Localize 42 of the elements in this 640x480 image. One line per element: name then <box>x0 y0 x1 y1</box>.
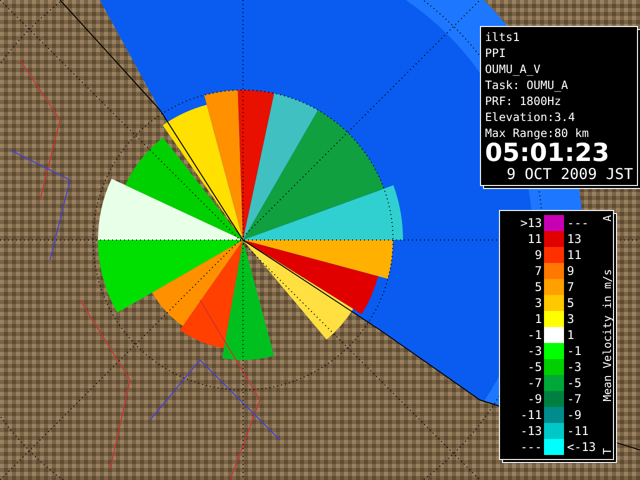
legend-label: 5 <box>534 280 543 294</box>
time-text: 05:01:23 <box>485 141 610 165</box>
legend-label: 11 <box>526 232 543 246</box>
legend-label: 3 <box>534 296 543 310</box>
legend-label: -11 <box>519 408 543 422</box>
info-line: PPI <box>485 45 507 61</box>
legend-label: 13 <box>566 232 582 246</box>
legend-label: -11 <box>566 424 590 438</box>
info-line: OUMU_A_V <box>485 61 542 77</box>
legend-mark: T <box>601 448 614 455</box>
legend-label: -7 <box>566 392 582 406</box>
legend-label: -9 <box>526 392 543 406</box>
legend-label: 7 <box>534 264 543 278</box>
legend-label: -1 <box>566 344 582 358</box>
legend-label: >13 <box>519 216 543 230</box>
legend-label: 1 <box>534 312 543 326</box>
legend-label: -1 <box>526 328 543 342</box>
legend-label: 1 <box>566 328 576 342</box>
legend-label: -5 <box>526 360 543 374</box>
legend-label: 3 <box>566 312 576 326</box>
legend-label: -3 <box>566 360 582 374</box>
legend-label: -9 <box>566 408 582 422</box>
legend-label: -5 <box>566 376 582 390</box>
legend-label: -3 <box>526 344 543 358</box>
info-line: Elevation:3.4 <box>485 109 576 125</box>
legend-label: 9 <box>534 248 543 262</box>
info-line: Task: OUMU_A <box>485 77 570 93</box>
legend-label: -13 <box>519 424 543 438</box>
legend-label: --- <box>519 440 543 454</box>
date-text: 9 OCT 2009 JST <box>506 165 633 183</box>
legend-label: --- <box>566 216 590 230</box>
legend-label: 5 <box>566 296 576 310</box>
legend-label: 7 <box>566 280 576 294</box>
legend-label: 9 <box>566 264 576 278</box>
info-line: PRF: 1800Hz <box>485 93 562 109</box>
info-line: ilts1 <box>485 29 521 45</box>
legend-label: 11 <box>566 248 582 262</box>
legend-label: <-13 <box>566 440 597 454</box>
legend-mark: A <box>601 215 614 222</box>
legend-title: Mean Velocity in m/s <box>601 268 614 402</box>
legend-label: -7 <box>526 376 543 390</box>
info-line: Max Range:80 km <box>485 125 590 141</box>
